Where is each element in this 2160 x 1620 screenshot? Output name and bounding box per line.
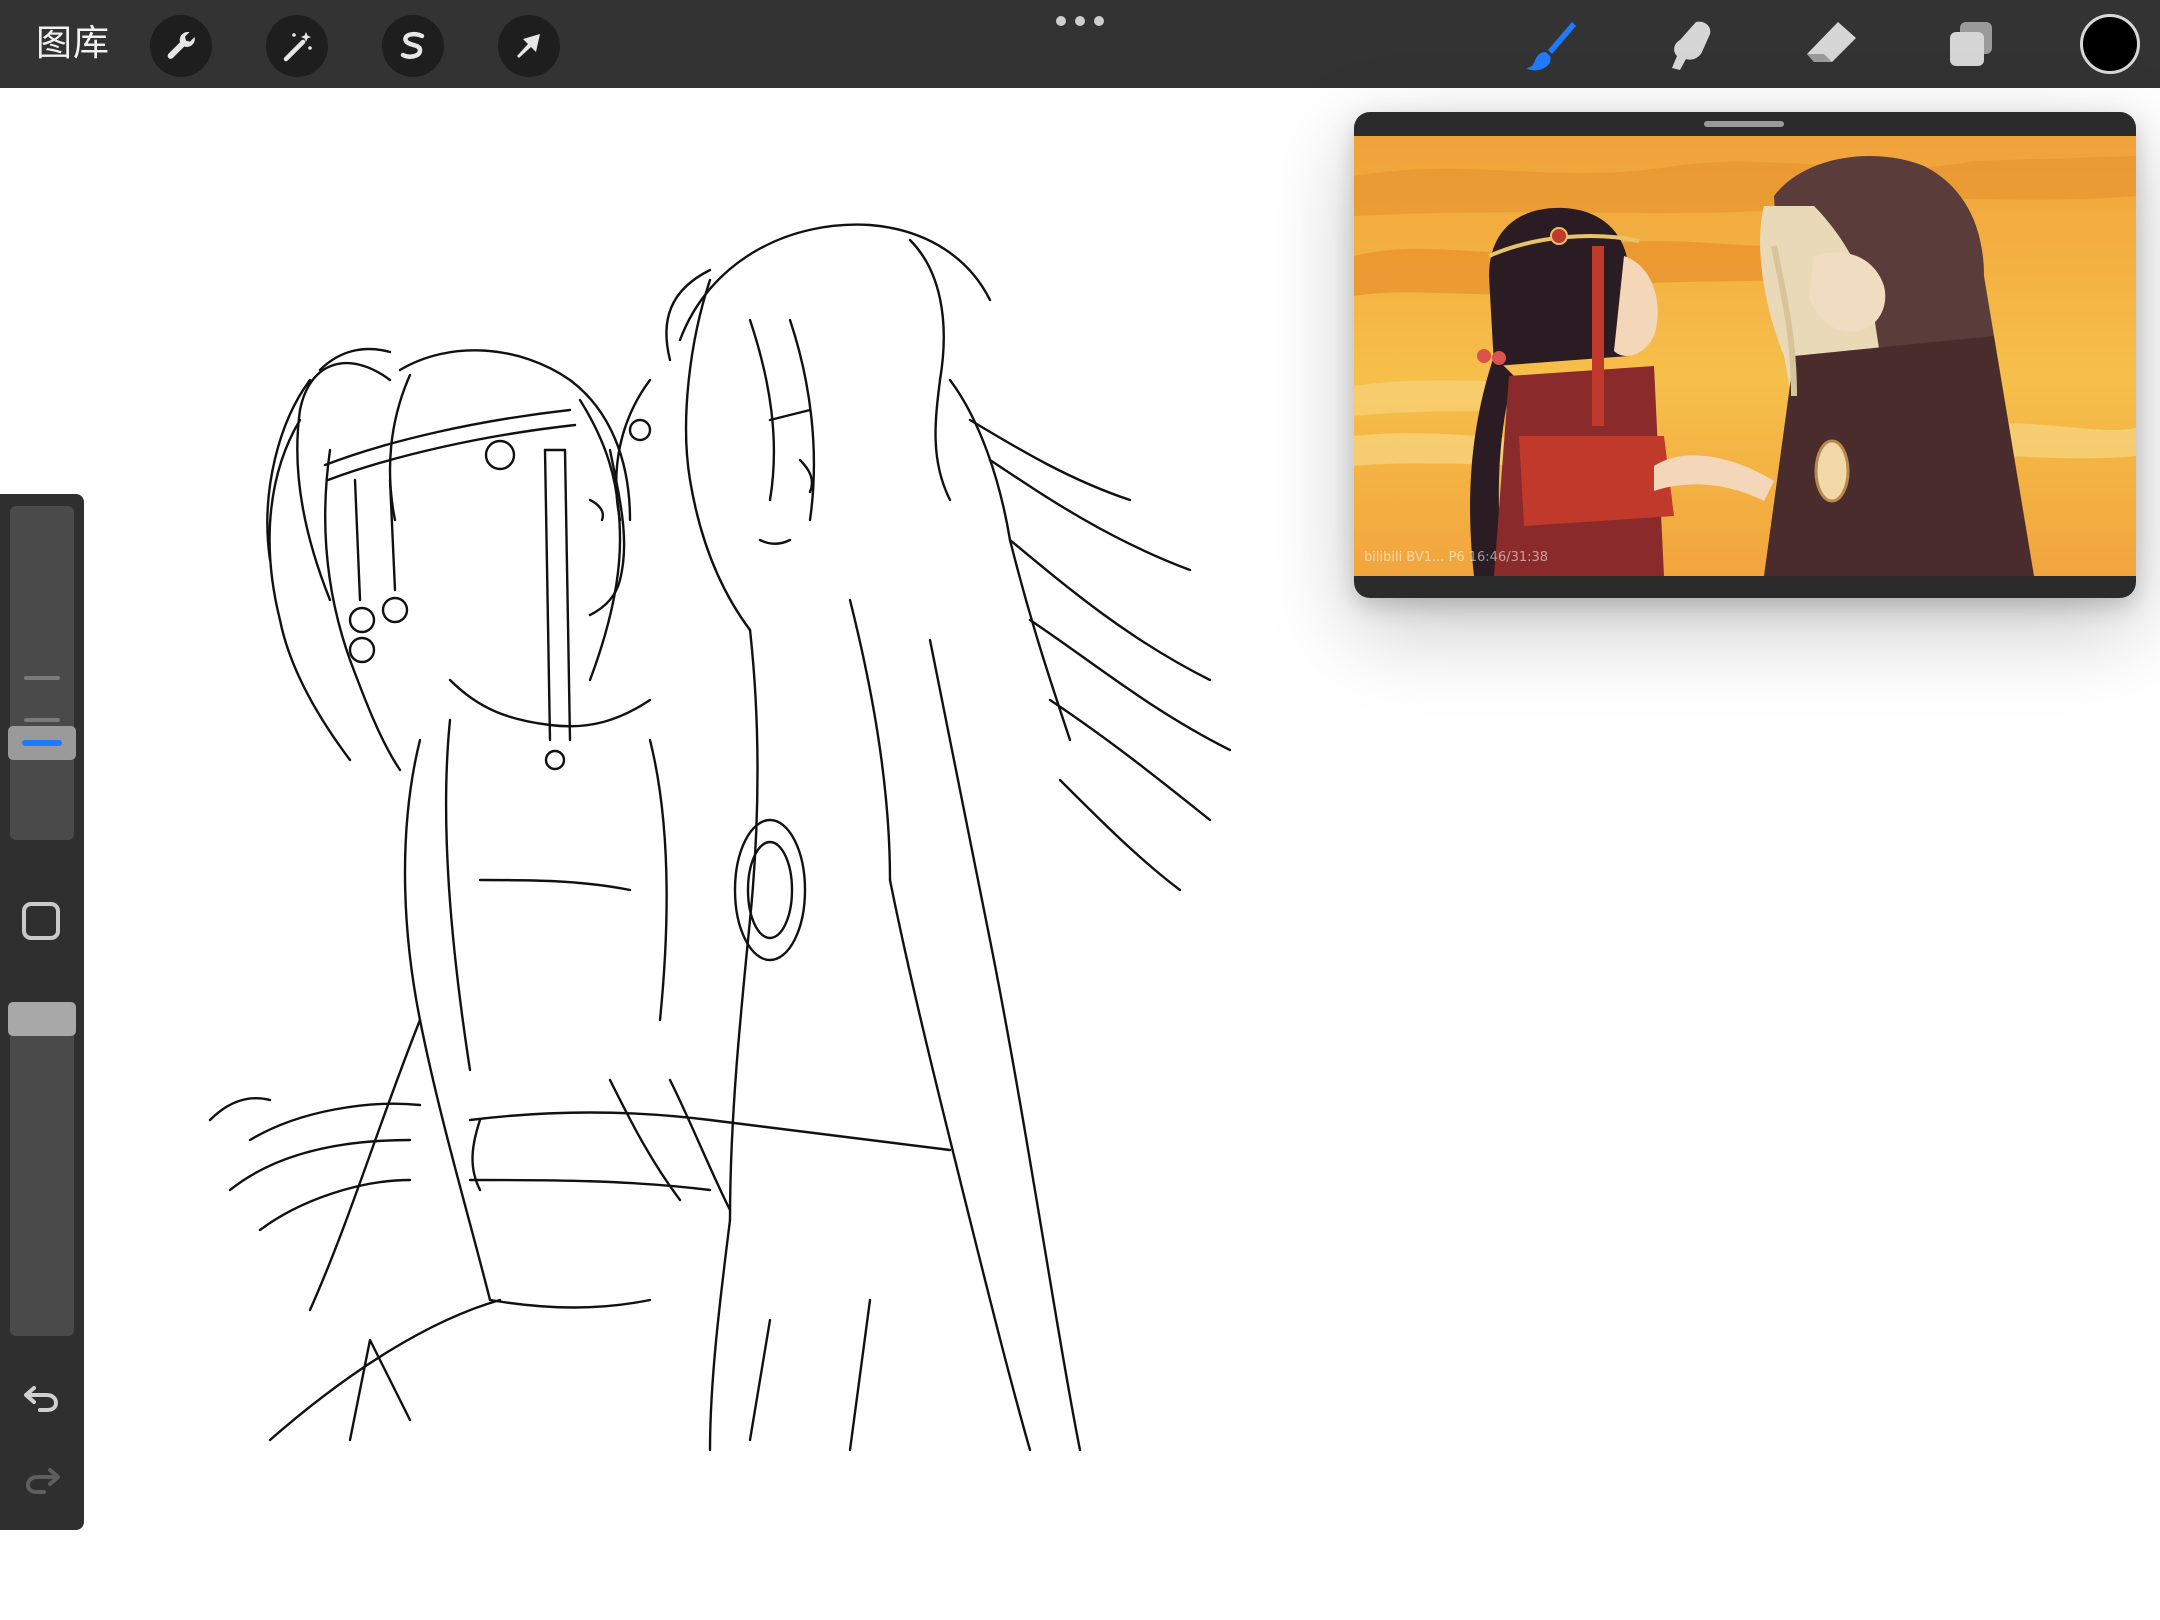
dot-icon (1056, 16, 1066, 26)
smudge-tool-button[interactable] (1660, 16, 1722, 74)
left-sidebar (0, 494, 84, 1530)
adjustments-button[interactable] (266, 15, 328, 77)
opacity-slider[interactable] (8, 1002, 76, 1336)
brush-icon (1526, 22, 1576, 71)
redo-arrow-icon (25, 1468, 60, 1494)
modify-button[interactable] (22, 902, 60, 940)
sketch-figure-left (208, 347, 668, 1442)
layers-button[interactable] (1940, 16, 2002, 74)
transform-button[interactable] (498, 15, 560, 77)
reference-window[interactable]: bilibili BV1... P6 16:46/31:38 (1354, 112, 2136, 598)
reference-image (1354, 136, 2136, 576)
slider-tick (24, 676, 60, 680)
undo-button[interactable] (20, 1374, 64, 1418)
top-toolbar: 图库 (0, 0, 2160, 88)
smudge-finger-icon (1672, 21, 1711, 70)
selection-button[interactable] (382, 15, 444, 77)
selection-s-icon (400, 31, 425, 59)
dot-icon (1094, 16, 1104, 26)
dot-icon (1075, 16, 1085, 26)
brush-size-thumb[interactable] (8, 726, 76, 760)
eraser-tool-button[interactable] (1800, 16, 1862, 74)
color-swatch-button[interactable] (2080, 14, 2140, 74)
drawing-canvas[interactable] (150, 120, 1450, 1520)
actions-button[interactable] (150, 15, 212, 77)
wrench-icon (167, 31, 195, 59)
magic-wand-icon (283, 32, 312, 62)
reference-watermark: bilibili BV1... P6 16:46/31:38 (1364, 550, 1549, 565)
eraser-icon (1807, 22, 1856, 62)
layers-icon (1950, 22, 1992, 66)
gallery-button[interactable]: 图库 (36, 22, 110, 66)
arrow-cursor-icon (517, 34, 540, 58)
undo-arrow-icon (24, 1386, 59, 1412)
slider-tick (24, 718, 60, 722)
paint-tool-button[interactable] (1520, 16, 1582, 74)
reference-drag-handle[interactable] (1704, 121, 1784, 127)
more-options-dots[interactable] (1056, 10, 1104, 32)
opacity-thumb[interactable] (8, 1002, 76, 1036)
brush-size-slider[interactable] (8, 506, 76, 840)
redo-button[interactable] (20, 1456, 64, 1500)
